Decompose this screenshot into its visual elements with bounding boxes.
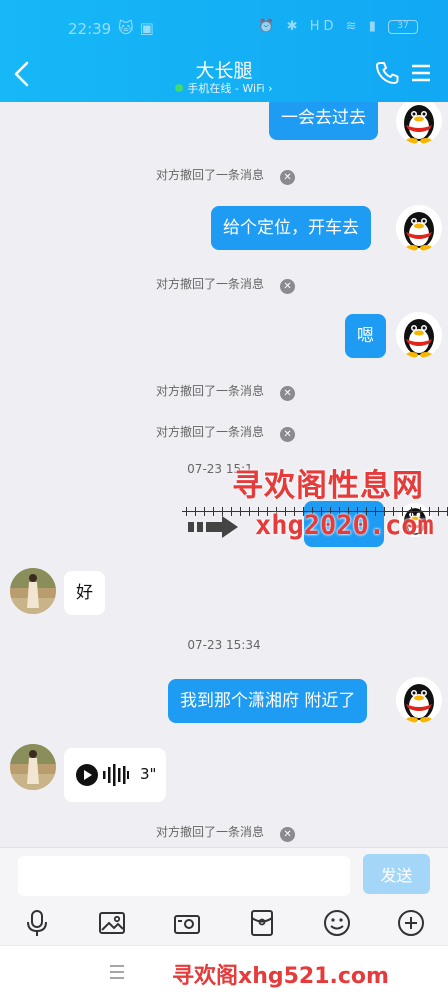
- chat-header: 22:39 🐱▣ ⏰ ✱ HD ≋ ▮ 37 大长腿 手机在线 - WiFi ›: [0, 0, 448, 102]
- send-button[interactable]: 发送: [363, 854, 430, 894]
- my-avatar[interactable]: [396, 312, 442, 358]
- wifi-icon: ≋: [345, 19, 361, 34]
- image-icon[interactable]: [97, 908, 127, 938]
- received-message-bubble[interactable]: 好: [64, 571, 105, 615]
- watermark-url: xhg2020.com: [255, 510, 434, 541]
- recall-notice: 对方撤回了一条消息 ✕: [156, 423, 296, 442]
- composer-toolbar: [0, 906, 448, 946]
- recall-notice-text: 对方撤回了一条消息: [156, 425, 265, 439]
- close-icon[interactable]: ✕: [280, 170, 296, 185]
- arrow-right-icon: [188, 516, 238, 538]
- recall-notice: 对方撤回了一条消息 ✕: [156, 166, 296, 185]
- close-icon[interactable]: ✕: [280, 279, 296, 294]
- timestamp: 07-23 15:34: [187, 638, 261, 652]
- peer-photo-icon: [10, 568, 56, 614]
- sent-message-bubble[interactable]: 一会去过去: [269, 102, 378, 140]
- message-list[interactable]: 一会去过去 对方撤回了一条消息 ✕ 给个定位，开车去 对方撤回了一条消息 ✕ 嗯…: [0, 102, 448, 847]
- watermark-title: 寻欢阁性息网: [232, 468, 424, 504]
- sent-message-bubble[interactable]: 嗯: [345, 314, 386, 358]
- red-packet-icon[interactable]: [247, 908, 277, 938]
- camera-app-icon: ▣: [139, 19, 160, 37]
- alarm-icon: ⏰: [258, 19, 279, 34]
- recall-notice: 对方撤回了一条消息 ✕: [156, 382, 296, 401]
- phone-icon[interactable]: [374, 60, 400, 86]
- status-app-icons: 🐱▣: [118, 19, 160, 37]
- penguin-avatar-icon: [396, 677, 442, 723]
- nav-menu-icon[interactable]: [108, 963, 126, 981]
- close-icon[interactable]: ✕: [280, 827, 296, 842]
- recall-notice: 对方撤回了一条消息 ✕: [156, 823, 296, 842]
- message-input[interactable]: [18, 856, 350, 896]
- chevron-right-icon: ›: [268, 82, 273, 95]
- my-avatar[interactable]: [396, 102, 442, 144]
- peer-photo-icon: [10, 744, 56, 790]
- penguin-avatar-icon: [396, 312, 442, 358]
- peer-avatar[interactable]: [10, 744, 56, 790]
- status-right-icons: ⏰ ✱ HD ≋ ▮ 37: [258, 19, 418, 34]
- my-avatar[interactable]: [396, 677, 442, 723]
- plus-icon[interactable]: [396, 908, 426, 938]
- battery-icon: 37: [388, 19, 418, 34]
- signal-icon: ▮: [368, 19, 380, 34]
- status-bar: 22:39 🐱▣ ⏰ ✱ HD ≋ ▮ 37: [0, 0, 448, 50]
- voice-duration: 3": [140, 765, 157, 783]
- close-icon[interactable]: ✕: [280, 427, 296, 442]
- emoji-icon[interactable]: [322, 908, 352, 938]
- system-nav-bar: 寻欢阁xhg521.com: [0, 945, 448, 1000]
- cat-icon: 🐱: [118, 19, 140, 37]
- play-icon[interactable]: [76, 764, 98, 786]
- penguin-avatar-icon: [396, 205, 442, 251]
- my-avatar[interactable]: [396, 205, 442, 251]
- recall-notice-text: 对方撤回了一条消息: [156, 825, 265, 839]
- bluetooth-icon: ✱: [286, 19, 302, 34]
- online-status-text: 手机在线 - WiFi: [187, 82, 265, 95]
- composer: 发送: [0, 847, 448, 945]
- penguin-avatar-icon: [396, 102, 442, 144]
- sent-message-bubble[interactable]: 我到那个潇湘府 附近了: [168, 679, 368, 723]
- voice-message-bubble[interactable]: 3": [64, 748, 166, 802]
- recall-notice: 对方撤回了一条消息 ✕: [156, 275, 296, 294]
- recall-notice-text: 对方撤回了一条消息: [156, 384, 265, 398]
- recall-notice-text: 对方撤回了一条消息: [156, 168, 265, 182]
- status-time: 22:39: [68, 20, 112, 38]
- watermark-footer: 寻欢阁xhg521.com: [172, 964, 389, 989]
- hd-icon: HD: [309, 19, 338, 34]
- online-dot-icon: [175, 84, 184, 92]
- close-icon[interactable]: ✕: [280, 386, 296, 401]
- recall-notice-text: 对方撤回了一条消息: [156, 277, 265, 291]
- menu-icon[interactable]: [410, 62, 432, 84]
- camera-icon[interactable]: [172, 908, 202, 938]
- voice-wave-icon: [103, 764, 129, 786]
- sent-message-bubble[interactable]: 给个定位，开车去: [211, 206, 371, 250]
- peer-avatar[interactable]: [10, 568, 56, 614]
- microphone-icon[interactable]: [22, 908, 52, 938]
